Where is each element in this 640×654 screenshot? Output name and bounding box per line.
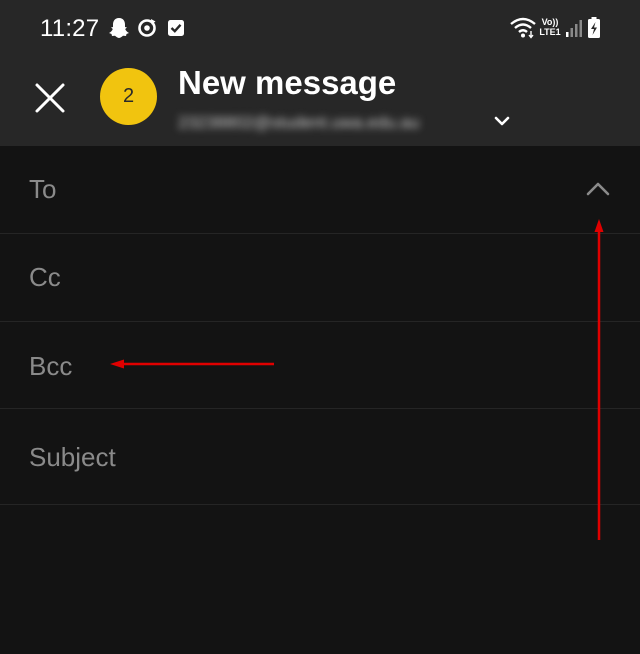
chevron-up-icon — [586, 182, 610, 196]
battery-charging-icon — [588, 17, 600, 38]
close-button[interactable] — [28, 76, 72, 120]
snapchat-icon — [109, 18, 129, 38]
subject-label: Subject — [29, 442, 116, 472]
compose-header: 11:27 Vo)) LTE1 2 New message 23238802@s… — [0, 0, 640, 146]
checkbox-icon — [168, 20, 184, 36]
bcc-label: Bcc — [29, 351, 73, 381]
network-label: Vo)) LTE1 — [538, 17, 562, 37]
signal-icon — [566, 20, 582, 37]
bcc-field[interactable]: Bcc — [0, 322, 640, 409]
compose-screen: 11:27 Vo)) LTE1 2 New message 23238802@s… — [0, 0, 640, 654]
sender-email: 23238802@student.uwa.edu.au — [178, 113, 420, 132]
account-avatar[interactable]: 2 — [100, 68, 157, 125]
cc-label: Cc — [29, 262, 61, 292]
close-icon — [35, 83, 65, 113]
status-time: 11:27 — [40, 15, 100, 42]
lte-label: LTE1 — [539, 27, 561, 37]
status-bar: 11:27 Vo)) LTE1 — [0, 0, 640, 58]
sync-icon — [138, 19, 156, 37]
page-title: New message — [178, 64, 397, 101]
collapse-recipients-button[interactable] — [584, 176, 612, 202]
subject-field[interactable]: Subject — [0, 409, 640, 505]
cc-field[interactable]: Cc — [0, 234, 640, 322]
chevron-down-icon — [494, 116, 510, 126]
volte-label: Vo)) — [541, 17, 559, 27]
sender-selector[interactable]: 23238802@student.uwa.edu.au — [178, 108, 518, 138]
to-label: To — [29, 174, 57, 204]
to-field[interactable]: To — [0, 146, 640, 234]
wifi-icon — [510, 17, 536, 39]
